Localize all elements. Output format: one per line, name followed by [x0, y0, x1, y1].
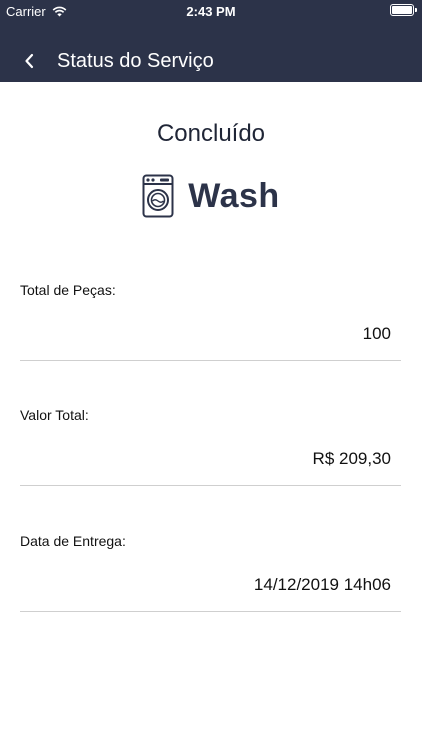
field-value: 14/12/2019 14h06: [253, 575, 391, 594]
page-title: Status do Serviço: [57, 49, 214, 72]
field-data-entrega: Data de Entrega: 14/12/2019 14h06: [20, 533, 401, 612]
divider: [20, 360, 401, 361]
field-label: Valor Total:: [20, 407, 89, 423]
field-value: R$ 209,30: [312, 449, 391, 468]
logo-wordmark: Wash: [188, 176, 280, 215]
battery-icon: [390, 4, 417, 16]
chevron-left-icon: [25, 53, 34, 69]
status-label: Concluído: [156, 120, 266, 147]
navigation-bar: Status do Serviço: [0, 40, 422, 82]
field-value: 100: [362, 324, 391, 343]
top-bar: Carrier 2:43 PM Status do Serviço: [0, 0, 422, 82]
status-bar: Carrier 2:43 PM: [0, 0, 422, 22]
field-label: Total de Peças:: [20, 282, 116, 298]
main-content: Concluído Wash Total de Peças: 100 Valor…: [0, 82, 422, 750]
back-button[interactable]: [14, 46, 44, 76]
clock: 2:43 PM: [186, 4, 236, 19]
field-total-pecas: Total de Peças: 100: [20, 282, 401, 361]
washing-machine-icon: [142, 174, 174, 218]
field-valor-total: Valor Total: R$ 209,30: [20, 407, 401, 486]
divider: [20, 485, 401, 486]
field-label: Data de Entrega:: [20, 533, 126, 549]
divider: [20, 611, 401, 612]
brand-logo: Wash: [0, 174, 422, 218]
